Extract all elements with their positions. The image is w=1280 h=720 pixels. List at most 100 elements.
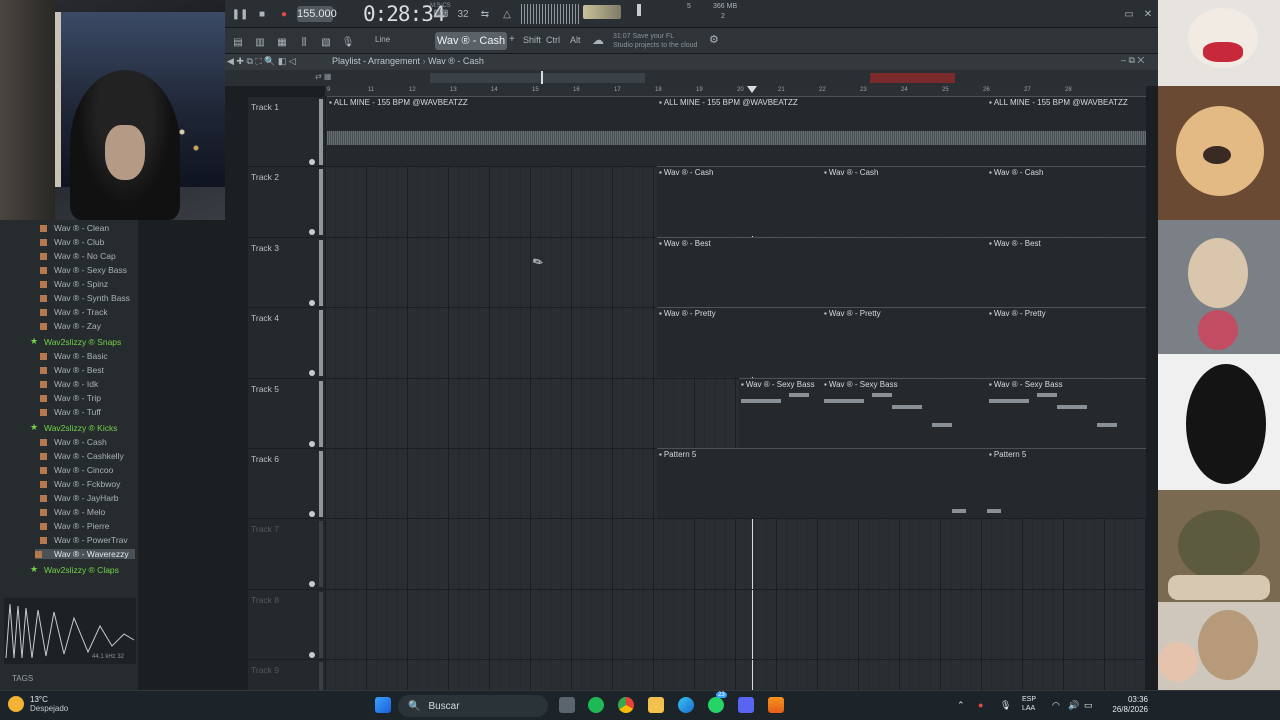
tray-app-icon[interactable]: ● xyxy=(978,700,988,710)
browser-item[interactable]: Wav ® - Tuff xyxy=(40,407,101,417)
playlist-clip[interactable]: Wav ® - Best xyxy=(657,237,987,307)
browser-item[interactable]: Wav ® - Waverezzy xyxy=(35,549,135,559)
loop-record-button[interactable]: ⇆ xyxy=(476,4,494,24)
channel-rack-view-button[interactable]: ▦ xyxy=(273,32,291,52)
track-mute-button[interactable] xyxy=(309,581,315,587)
volume-icon[interactable]: 🔊 xyxy=(1068,700,1079,710)
track-name[interactable]: Track 1 xyxy=(251,102,279,112)
browser-view-button[interactable]: ▧ xyxy=(317,32,335,52)
track-header[interactable]: Track 2 xyxy=(248,166,325,236)
track-color-bar[interactable] xyxy=(319,451,323,517)
track-mute-button[interactable] xyxy=(309,229,315,235)
track-name[interactable]: Track 2 xyxy=(251,172,279,182)
track-header[interactable]: Track 5 xyxy=(248,378,325,448)
browser-folder[interactable]: Wav2slizzy ® Snaps xyxy=(30,336,121,347)
browser-item[interactable]: Wav ® - Melo xyxy=(40,507,105,517)
browser-item[interactable]: Wav ® - Club xyxy=(40,237,104,247)
cloud-icon[interactable]: ☁ xyxy=(592,33,604,47)
track-header[interactable]: Track 6 xyxy=(248,448,325,518)
track-name[interactable]: Track 4 xyxy=(251,313,279,323)
language-indicator[interactable]: ESP LAA xyxy=(1022,695,1036,713)
browser-item[interactable]: Wav ® - Cashkelly xyxy=(40,451,124,461)
track-color-bar[interactable] xyxy=(319,592,323,658)
track-header[interactable]: Track 3 xyxy=(248,237,325,307)
browser-item[interactable]: Wav ® - Synth Bass xyxy=(40,293,130,303)
playlist-clip[interactable]: Pattern 5 xyxy=(987,448,1146,518)
typing-keyboard-button[interactable]: ⌨ xyxy=(432,4,450,24)
spotify-icon[interactable] xyxy=(588,697,604,713)
track-header[interactable]: Track 8 xyxy=(248,589,325,659)
browser-item[interactable]: Wav ® - Zay xyxy=(40,321,101,331)
record-button[interactable]: ● xyxy=(275,4,293,24)
alt-modifier[interactable]: Alt xyxy=(570,35,581,45)
playlist-clip[interactable]: Wav ® - Cash xyxy=(987,166,1146,236)
track-mute-button[interactable] xyxy=(309,300,315,306)
playlist-view-button[interactable]: ▤ xyxy=(229,32,247,52)
stop-button[interactable]: ■ xyxy=(253,4,271,24)
browser-item[interactable]: Wav ® - Cash xyxy=(40,437,107,447)
tempo-display[interactable]: 155.000 xyxy=(297,6,337,22)
shift-modifier[interactable]: Shift xyxy=(523,35,541,45)
playlist-overview[interactable]: ⇄ ▦ xyxy=(225,70,1158,86)
playlist-clip[interactable]: Wav ® - Pretty xyxy=(822,307,987,377)
pause-button[interactable]: ❚❚ xyxy=(231,4,249,24)
browser-item[interactable]: Wav ® - Pierre xyxy=(40,521,110,531)
close-button[interactable]: ✕ xyxy=(1139,4,1157,24)
track-color-bar[interactable] xyxy=(319,240,323,306)
ctrl-modifier[interactable]: Ctrl xyxy=(546,35,560,45)
master-volume-meter[interactable] xyxy=(583,5,621,19)
track-color-bar[interactable] xyxy=(319,521,323,587)
track-color-bar[interactable] xyxy=(319,381,323,447)
whatsapp-icon[interactable] xyxy=(708,697,724,713)
track-name[interactable]: Track 5 xyxy=(251,384,279,394)
sample-preview-waveform[interactable]: 44.1 kHz 32 xyxy=(4,598,136,664)
browser-folder[interactable]: Wav2slizzy ® Kicks xyxy=(30,422,117,433)
track-mute-button[interactable] xyxy=(309,652,315,658)
weather-widget[interactable]: 13°C Despejado xyxy=(8,695,68,713)
discord-icon[interactable] xyxy=(738,697,754,713)
track-name[interactable]: Track 8 xyxy=(251,595,279,605)
track-mute-button[interactable] xyxy=(309,511,315,517)
playlist-clip[interactable]: ALL MINE - 155 BPM @WAVBEATZZ xyxy=(327,96,657,166)
track-header[interactable]: Track 4 xyxy=(248,307,325,377)
browser-item[interactable]: Wav ® - JayHarb xyxy=(40,493,119,503)
browser-item[interactable]: Wav ® - Track xyxy=(40,307,108,317)
playlist-clip[interactable]: Wav ® - Sexy Bass xyxy=(739,378,822,448)
piano-roll-view-button[interactable]: ▥ xyxy=(251,32,269,52)
time-ruler[interactable]: 9 11 12 13 14 15 16 17 18 19 20 21 22 23 24 25 26 27 28 xyxy=(325,86,1146,96)
playlist-clip[interactable]: ALL MINE - 155 BPM @WAVBEATZZ xyxy=(657,96,987,166)
browser-item[interactable]: Wav ® - Spinz xyxy=(40,279,108,289)
browser-item[interactable]: Wav ® - No Cap xyxy=(40,251,116,261)
track-mute-button[interactable] xyxy=(309,159,315,165)
mixer-view-button[interactable]: ⫼ xyxy=(295,32,313,52)
browser-item[interactable]: Wav ® - Sexy Bass xyxy=(40,265,127,275)
overview-scrollbar[interactable] xyxy=(430,73,645,83)
browser-item[interactable]: Wav ® - Best xyxy=(40,365,104,375)
file-explorer-icon[interactable] xyxy=(648,697,664,713)
playlist-clip[interactable]: Wav ® - Sexy Bass xyxy=(822,378,987,448)
tray-chevron-icon[interactable]: ⌃ xyxy=(957,700,967,710)
track-mute-button[interactable] xyxy=(309,370,315,376)
browser-item[interactable]: Wav ® - PowerTrav xyxy=(40,535,128,545)
browser-item[interactable]: Wav ® - Clean xyxy=(40,223,109,233)
task-view-icon[interactable] xyxy=(559,697,575,713)
track-header[interactable]: Track 7 xyxy=(248,518,325,588)
playlist-menu-icon[interactable]: ◀ ✚ ⧉ ⛶ 🔍 ◧ ◁ xyxy=(227,56,296,67)
track-name[interactable]: Track 6 xyxy=(251,454,279,464)
wifi-icon[interactable]: ◠ xyxy=(1052,700,1062,710)
arrangement-grid[interactable]: ALL MINE - 155 BPM @WAVBEATZZ ALL MINE - … xyxy=(325,96,1146,690)
track-color-bar[interactable] xyxy=(319,169,323,235)
microphone-tray-icon[interactable]: 🎙 xyxy=(1000,700,1011,710)
browser-item[interactable]: Wav ® - Cincoo xyxy=(40,465,113,475)
battery-icon[interactable]: ▭ xyxy=(1084,700,1094,710)
track-header[interactable]: Track 1 xyxy=(248,96,325,166)
track-mute-button[interactable] xyxy=(309,441,315,447)
browser-item[interactable]: Wav ® - Basic xyxy=(40,351,108,361)
browser-item[interactable]: Wav ® - Idk xyxy=(40,379,98,389)
pattern-selector[interactable]: Wav ® - Cash xyxy=(435,32,507,50)
playlist-clip[interactable]: Wav ® - Best xyxy=(987,237,1146,307)
system-clock[interactable]: 03:36 26/8/2026 xyxy=(1098,695,1148,715)
playhead-marker[interactable] xyxy=(747,86,757,93)
track-color-bar[interactable] xyxy=(319,310,323,376)
fl-studio-icon[interactable] xyxy=(768,697,784,713)
